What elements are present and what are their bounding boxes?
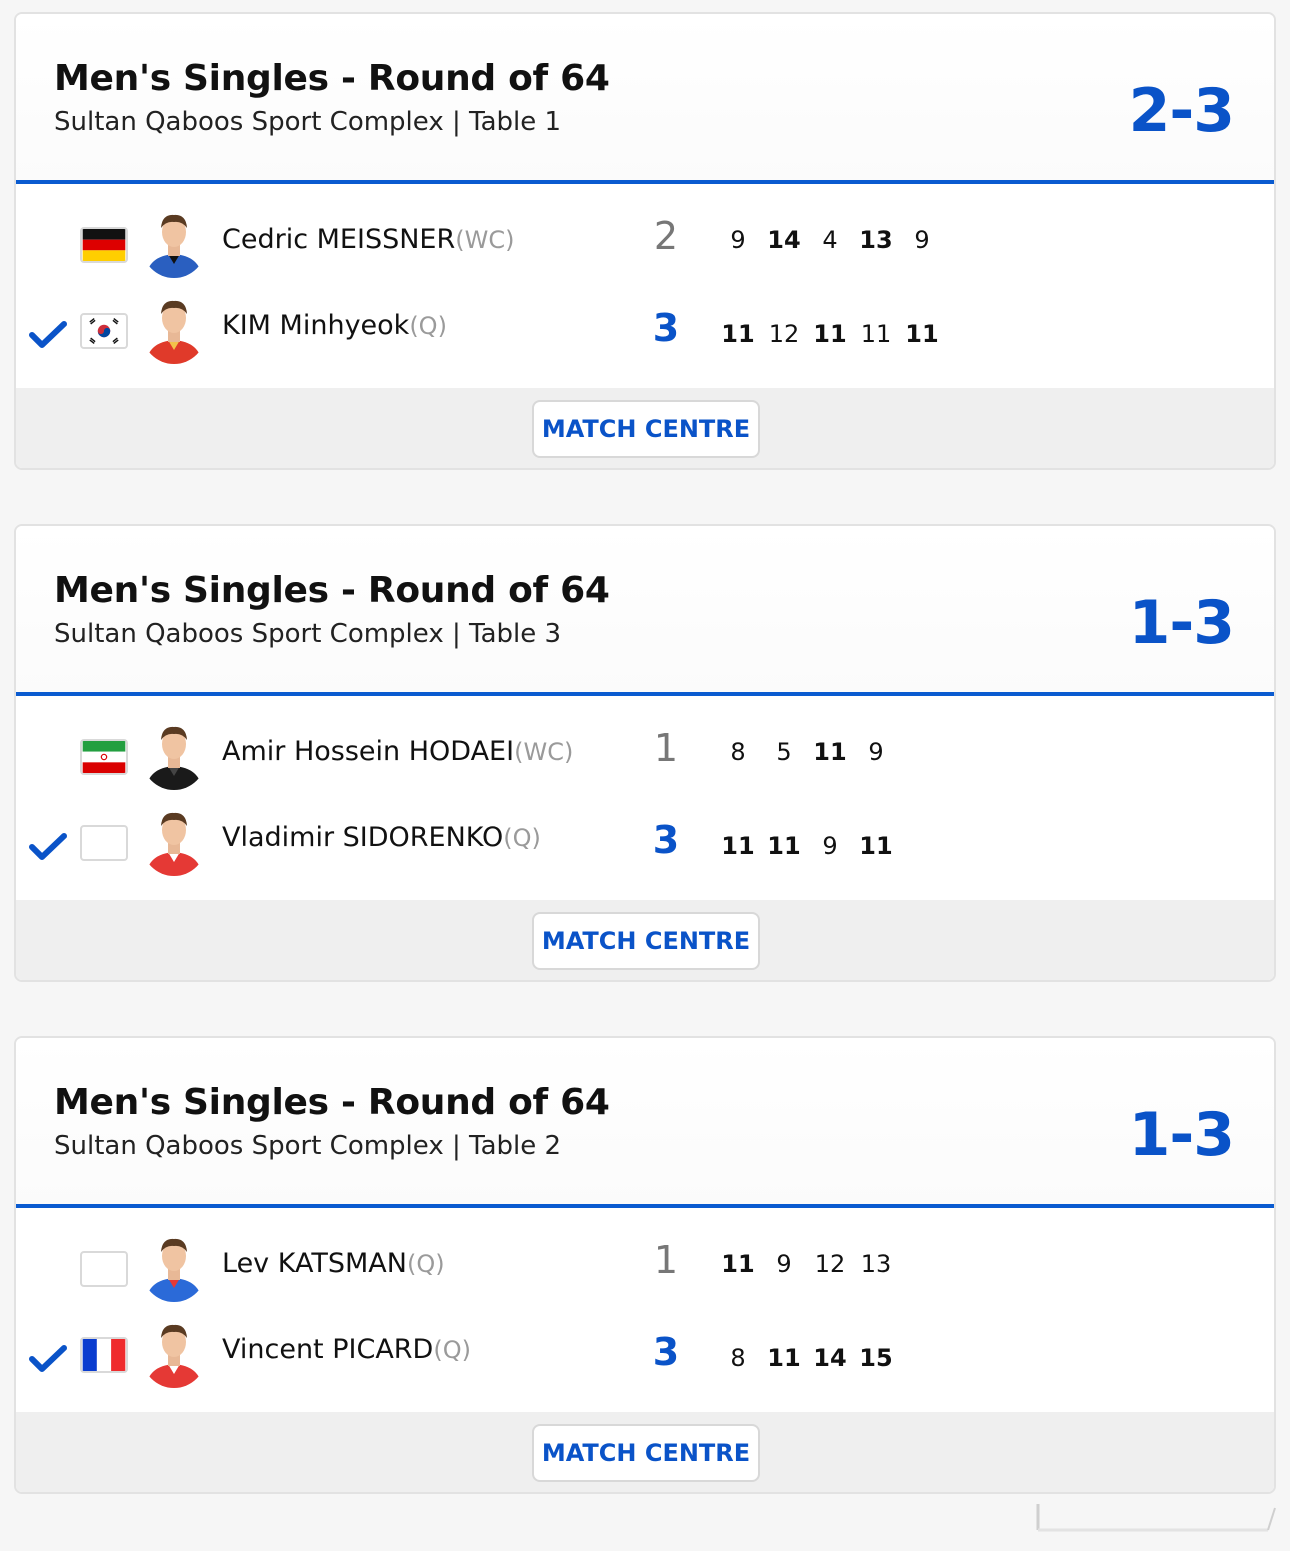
game-score: 9 xyxy=(914,226,930,254)
winner-check-icon xyxy=(28,832,68,862)
player-row: KIM Minhyeok(Q) 3 11 12 11 11 11 xyxy=(16,292,1274,378)
game-score: 11 xyxy=(813,738,847,766)
game-score: 14 xyxy=(767,226,801,254)
blank-flag xyxy=(80,1251,128,1287)
match-footer: MATCH CENTRE xyxy=(16,1412,1274,1492)
game-score: 15 xyxy=(859,1344,893,1372)
player-list: Cedric MEISSNER(WC) 2 9 14 4 13 9 KIM Minhyeok(… xyxy=(16,182,1274,388)
game-score: 11 xyxy=(905,320,939,348)
game-score: 13 xyxy=(859,226,893,254)
player-name-link[interactable]: Vladimir SIDORENKO(Q) xyxy=(222,822,541,853)
match-title: Men's Singles - Round of 64 xyxy=(54,58,610,99)
match-score: 1-3 xyxy=(1128,1100,1235,1170)
match-header: Men's Singles - Round of 64 Sultan Qaboos… xyxy=(16,1038,1274,1208)
game-score: 11 xyxy=(767,1344,801,1372)
player-avatar[interactable] xyxy=(142,1316,206,1388)
match-venue: Sultan Qaboos Sport Complex | Table 2 xyxy=(54,1131,562,1161)
germany-flag xyxy=(80,227,128,263)
match-footer: MATCH CENTRE xyxy=(16,900,1274,980)
sets-won: 3 xyxy=(652,818,680,862)
game-score: 4 xyxy=(822,226,838,254)
korea-flag xyxy=(80,313,128,349)
player-seed: (Q) xyxy=(406,1250,445,1278)
match-centre-button[interactable]: MATCH CENTRE xyxy=(532,400,760,458)
winner-check-icon xyxy=(28,320,68,350)
match-venue: Sultan Qaboos Sport Complex | Table 3 xyxy=(54,619,562,649)
match-card: Men's Singles - Round of 64 Sultan Qaboos… xyxy=(14,12,1276,470)
player-row: Amir Hossein HODAEI(WC) 1 8 5 11 9 xyxy=(16,718,1274,804)
game-score: 8 xyxy=(730,738,746,766)
match-title: Men's Singles - Round of 64 xyxy=(54,1082,610,1123)
match-card: Men's Singles - Round of 64 Sultan Qaboos… xyxy=(14,1036,1276,1494)
player-seed: (Q) xyxy=(433,1336,471,1364)
match-score: 1-3 xyxy=(1128,588,1235,658)
match-header: Men's Singles - Round of 64 Sultan Qaboos… xyxy=(16,14,1274,184)
match-title: Men's Singles - Round of 64 xyxy=(54,570,610,611)
match-centre-button[interactable]: MATCH CENTRE xyxy=(532,912,760,970)
player-name-link[interactable]: KIM Minhyeok(Q) xyxy=(222,310,447,341)
game-score: 11 xyxy=(767,832,801,860)
blank-flag xyxy=(80,825,128,861)
sets-won: 3 xyxy=(652,1330,680,1374)
player-name[interactable]: Vladimir SIDORENKO xyxy=(222,822,503,853)
player-row: Vladimir SIDORENKO(Q) 3 11 11 9 11 xyxy=(16,804,1274,890)
player-avatar[interactable] xyxy=(142,292,206,364)
france-flag xyxy=(80,1337,128,1373)
player-row: Cedric MEISSNER(WC) 2 9 14 4 13 9 xyxy=(16,206,1274,292)
player-avatar[interactable] xyxy=(142,718,206,790)
match-venue: Sultan Qaboos Sport Complex | Table 1 xyxy=(54,107,562,137)
game-score: 13 xyxy=(860,1250,892,1278)
game-score: 11 xyxy=(721,1250,755,1278)
game-score: 9 xyxy=(868,738,884,766)
player-list: Amir Hossein HODAEI(WC) 1 8 5 11 9 Vladimir SI… xyxy=(16,694,1274,900)
player-name[interactable]: Lev KATSMAN xyxy=(222,1248,407,1279)
player-list: Lev KATSMAN(Q) 1 11 9 12 13 Vincent PICARD(Q) 3… xyxy=(16,1206,1274,1412)
player-row: Vincent PICARD(Q) 3 8 11 14 15 xyxy=(16,1316,1274,1402)
player-name-link[interactable]: Amir Hossein HODAEI(WC) xyxy=(222,736,573,767)
game-score: 11 xyxy=(860,320,892,348)
game-score: 8 xyxy=(730,1344,746,1372)
match-score: 2-3 xyxy=(1128,76,1235,146)
player-row: Lev KATSMAN(Q) 1 11 9 12 13 xyxy=(16,1230,1274,1316)
player-seed: (WC) xyxy=(455,226,515,254)
scroll-indicator-icon xyxy=(1036,1504,1276,1532)
iran-flag xyxy=(80,739,128,775)
game-score: 11 xyxy=(721,832,755,860)
player-name-link[interactable]: Vincent PICARD(Q) xyxy=(222,1334,471,1365)
sets-won: 2 xyxy=(653,214,679,258)
game-score: 11 xyxy=(859,832,893,860)
game-score: 9 xyxy=(730,226,746,254)
game-score: 12 xyxy=(768,320,800,348)
player-name[interactable]: Amir Hossein HODAEI xyxy=(222,736,514,767)
player-seed: (WC) xyxy=(514,738,574,766)
player-avatar[interactable] xyxy=(142,1230,206,1302)
sets-won: 1 xyxy=(653,726,679,770)
game-score: 5 xyxy=(776,738,792,766)
player-name[interactable]: KIM Minhyeok xyxy=(222,310,409,341)
player-avatar[interactable] xyxy=(142,804,206,876)
player-seed: (Q) xyxy=(409,312,447,340)
player-avatar[interactable] xyxy=(142,206,206,278)
player-name-link[interactable]: Cedric MEISSNER(WC) xyxy=(222,224,514,255)
game-score: 12 xyxy=(814,1250,846,1278)
player-name[interactable]: Cedric MEISSNER xyxy=(222,224,455,255)
match-centre-button[interactable]: MATCH CENTRE xyxy=(532,1424,760,1482)
sets-won: 3 xyxy=(652,306,680,350)
player-name[interactable]: Vincent PICARD xyxy=(222,1334,433,1365)
player-seed: (Q) xyxy=(503,824,541,852)
sets-won: 1 xyxy=(653,1238,679,1282)
match-header: Men's Singles - Round of 64 Sultan Qaboos… xyxy=(16,526,1274,696)
game-score: 14 xyxy=(813,1344,847,1372)
winner-check-icon xyxy=(28,1344,68,1374)
game-score: 9 xyxy=(822,832,838,860)
match-footer: MATCH CENTRE xyxy=(16,388,1274,468)
game-score: 9 xyxy=(776,1250,792,1278)
game-score: 11 xyxy=(813,320,847,348)
match-card: Men's Singles - Round of 64 Sultan Qaboos… xyxy=(14,524,1276,982)
game-score: 11 xyxy=(721,320,755,348)
player-name-link[interactable]: Lev KATSMAN(Q) xyxy=(222,1248,445,1279)
